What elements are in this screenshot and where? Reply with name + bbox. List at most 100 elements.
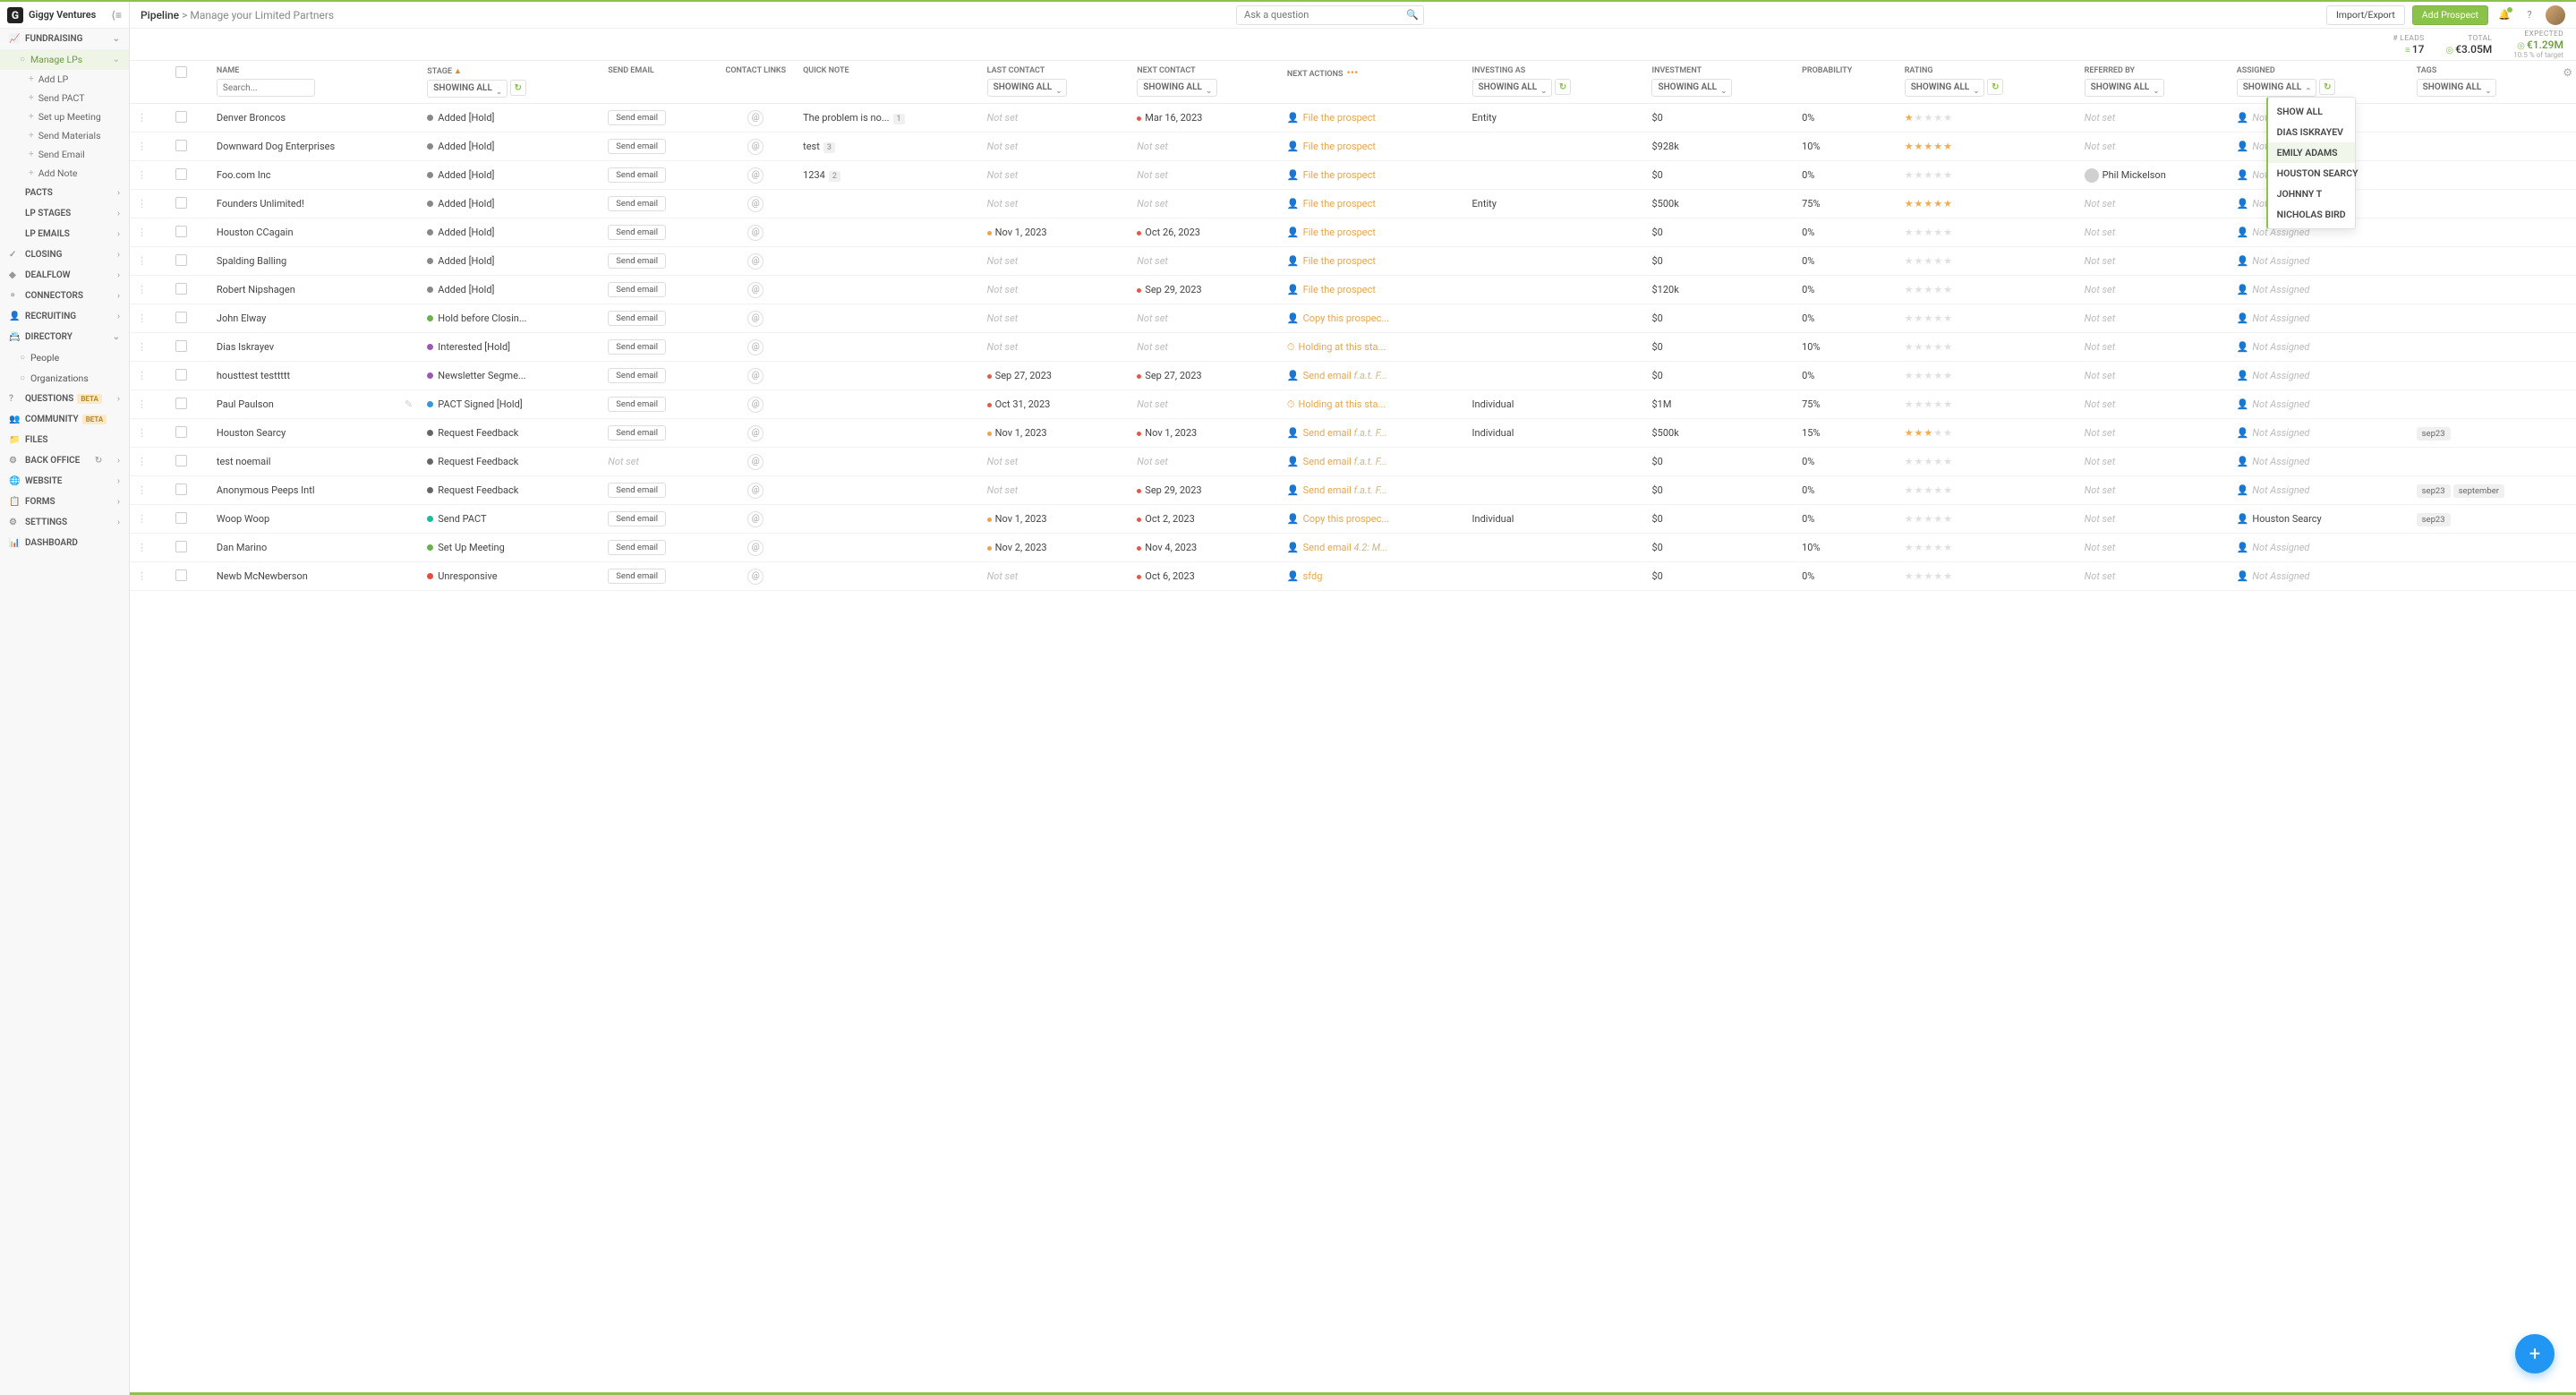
cell-investment[interactable]: $0	[1644, 534, 1795, 562]
nav-section[interactable]: ⚙BACK OFFICE↻›	[0, 450, 129, 471]
import-export-button[interactable]: Import/Export	[2326, 5, 2405, 25]
assign-icon[interactable]: 👤	[2237, 312, 2249, 324]
cell-investment[interactable]: $0	[1644, 218, 1795, 247]
cell-referredby[interactable]: Not set	[2077, 276, 2230, 304]
col-lastcontact-label[interactable]: LAST CONTACT	[987, 66, 1123, 75]
cell-investingas[interactable]	[1465, 476, 1645, 505]
nav-section[interactable]: 👥COMMUNITYBETA	[0, 409, 129, 430]
col-assigned-label[interactable]: ASSIGNED	[2237, 66, 2402, 75]
cell-nextaction[interactable]: 👤File the prospect	[1280, 161, 1465, 190]
table-row[interactable]: ⋮ test noemail Request Feedback Not set …	[130, 448, 2576, 476]
col-nextcontact-label[interactable]: NEXT CONTACT	[1137, 66, 1273, 75]
nav-section[interactable]: ⚙SETTINGS›	[0, 512, 129, 533]
assign-icon[interactable]: 👤	[2237, 542, 2249, 553]
cell-tags[interactable]	[2410, 190, 2576, 218]
table-row[interactable]: ⋮ Dias Iskrayev Interested [Hold] Send e…	[130, 333, 2576, 362]
cell-tags[interactable]: sep23september	[2410, 476, 2576, 505]
cell-nextaction[interactable]: 👤File the prospect	[1280, 133, 1465, 161]
tag-chip[interactable]: sep23	[2417, 427, 2451, 441]
rating-stars[interactable]: ★★★★★	[1905, 456, 1953, 467]
cell-investment[interactable]: $500k	[1644, 190, 1795, 218]
cell-assigned[interactable]: 👤Not Assigned	[2230, 419, 2410, 448]
col-stage-label[interactable]: STAGE	[427, 67, 452, 76]
referredby-filter[interactable]: Showing All⌄	[2085, 79, 2165, 97]
rating-filter[interactable]: Showing All⌄	[1905, 79, 1985, 97]
cell-nextaction[interactable]: 👤Copy this prospec...	[1280, 304, 1465, 333]
cell-investingas[interactable]	[1465, 161, 1645, 190]
cell-nextaction[interactable]: 👤Send email 4.2: M...	[1280, 534, 1465, 562]
rating-stars[interactable]: ★★★★★	[1905, 341, 1953, 353]
cell-quicknote[interactable]	[796, 333, 980, 362]
cell-investment[interactable]: $0	[1644, 333, 1795, 362]
cell-assigned[interactable]: 👤Not Assigned	[2230, 448, 2410, 476]
cell-referredby[interactable]: Not set	[2077, 419, 2230, 448]
rating-stars[interactable]: ★★★★★	[1905, 513, 1953, 525]
nav-section[interactable]: ✓CLOSING›	[0, 244, 129, 265]
cell-investingas[interactable]	[1465, 534, 1645, 562]
nav-section[interactable]: LP Stages›	[0, 203, 129, 224]
cell-probability[interactable]: 0%	[1795, 476, 1898, 505]
cell-rating[interactable]: ★★★★★	[1898, 133, 2077, 161]
cell-assigned[interactable]: 👤Not Assigned	[2230, 476, 2410, 505]
assigned-filter[interactable]: Showing All⌃	[2237, 79, 2317, 97]
table-row[interactable]: ⋮ Houston Searcy Request Feedback Send e…	[130, 419, 2576, 448]
cell-nextcontact[interactable]: Oct 6, 2023	[1130, 562, 1280, 591]
rating-stars[interactable]: ★★★★★	[1905, 255, 1953, 267]
col-referredby-label[interactable]: REFERRED BY	[2085, 66, 2222, 75]
col-probability-label[interactable]: PROBABILITY	[1802, 66, 1890, 75]
help-icon[interactable]: ?	[2521, 6, 2538, 24]
cell-investment[interactable]: $0	[1644, 562, 1795, 591]
cell-name[interactable]: Spalding Balling	[209, 247, 420, 276]
contact-link-icon[interactable]: @	[747, 425, 763, 441]
cell-stage[interactable]: Added [Hold]	[420, 133, 601, 161]
contact-link-icon[interactable]: @	[747, 225, 763, 241]
cell-stage[interactable]: Added [Hold]	[420, 276, 601, 304]
cell-quicknote[interactable]	[796, 304, 980, 333]
breadcrumb-root[interactable]: Pipeline	[141, 9, 179, 21]
cell-probability[interactable]: 0%	[1795, 218, 1898, 247]
assign-icon[interactable]: 👤	[2237, 370, 2249, 381]
row-checkbox[interactable]	[175, 369, 187, 381]
workspace-name[interactable]: Giggy Ventures	[29, 9, 111, 21]
cell-tags[interactable]	[2410, 161, 2576, 190]
lastcontact-filter[interactable]: Showing All⌄	[987, 79, 1068, 97]
cell-lastcontact[interactable]: Not set	[980, 161, 1130, 190]
table-row[interactable]: ⋮ Dan Marino Set Up Meeting Send email @…	[130, 534, 2576, 562]
nav-item[interactable]: ○Manage LPs⌄	[0, 49, 129, 70]
contact-link-icon[interactable]: @	[747, 282, 763, 298]
cell-lastcontact[interactable]: Not set	[980, 247, 1130, 276]
cell-lastcontact[interactable]: Oct 31, 2023	[980, 390, 1130, 419]
contact-link-icon[interactable]: @	[747, 311, 763, 327]
cell-name[interactable]: Robert Nipshagen	[209, 276, 420, 304]
contact-link-icon[interactable]: @	[747, 139, 763, 155]
cell-name[interactable]: Denver Broncos	[209, 104, 420, 133]
contact-link-icon[interactable]: @	[747, 339, 763, 355]
cell-stage[interactable]: PACT Signed [Hold]	[420, 390, 601, 419]
cell-nextaction[interactable]: 👤File the prospect	[1280, 247, 1465, 276]
cell-investingas[interactable]	[1465, 304, 1645, 333]
cell-tags[interactable]	[2410, 133, 2576, 161]
cell-rating[interactable]: ★★★★★	[1898, 390, 2077, 419]
cell-probability[interactable]: 0%	[1795, 104, 1898, 133]
cell-lastcontact[interactable]: Not set	[980, 562, 1130, 591]
row-checkbox[interactable]	[175, 140, 187, 151]
col-quicknote-label[interactable]: QUICK NOTE	[803, 66, 973, 75]
cell-tags[interactable]	[2410, 390, 2576, 419]
stage-refresh-icon[interactable]: ↻	[510, 80, 526, 96]
cell-probability[interactable]: 10%	[1795, 333, 1898, 362]
assign-icon[interactable]: 👤	[2237, 456, 2249, 467]
rating-stars[interactable]: ★★★★★	[1905, 141, 1953, 152]
cell-lastcontact[interactable]: Not set	[980, 304, 1130, 333]
edit-icon[interactable]: ✎	[405, 398, 413, 410]
cell-tags[interactable]: sep23	[2410, 419, 2576, 448]
cell-investment[interactable]: $0	[1644, 104, 1795, 133]
cell-assigned[interactable]: 👤Not Assigned	[2230, 333, 2410, 362]
cell-nextaction[interactable]: 👤Send email f.a.t. F...	[1280, 419, 1465, 448]
send-email-button[interactable]: Send email	[608, 569, 666, 584]
nav-section[interactable]: 📊DASHBOARD	[0, 533, 129, 553]
nav-section[interactable]: 📈FUNDRAISING⌄	[0, 29, 129, 49]
cell-probability[interactable]: 0%	[1795, 505, 1898, 534]
cell-investment[interactable]: $928k	[1644, 133, 1795, 161]
sidebar-collapse-icon[interactable]: ⟨≡	[111, 9, 122, 21]
row-drag-handle[interactable]: ⋮	[130, 161, 168, 190]
